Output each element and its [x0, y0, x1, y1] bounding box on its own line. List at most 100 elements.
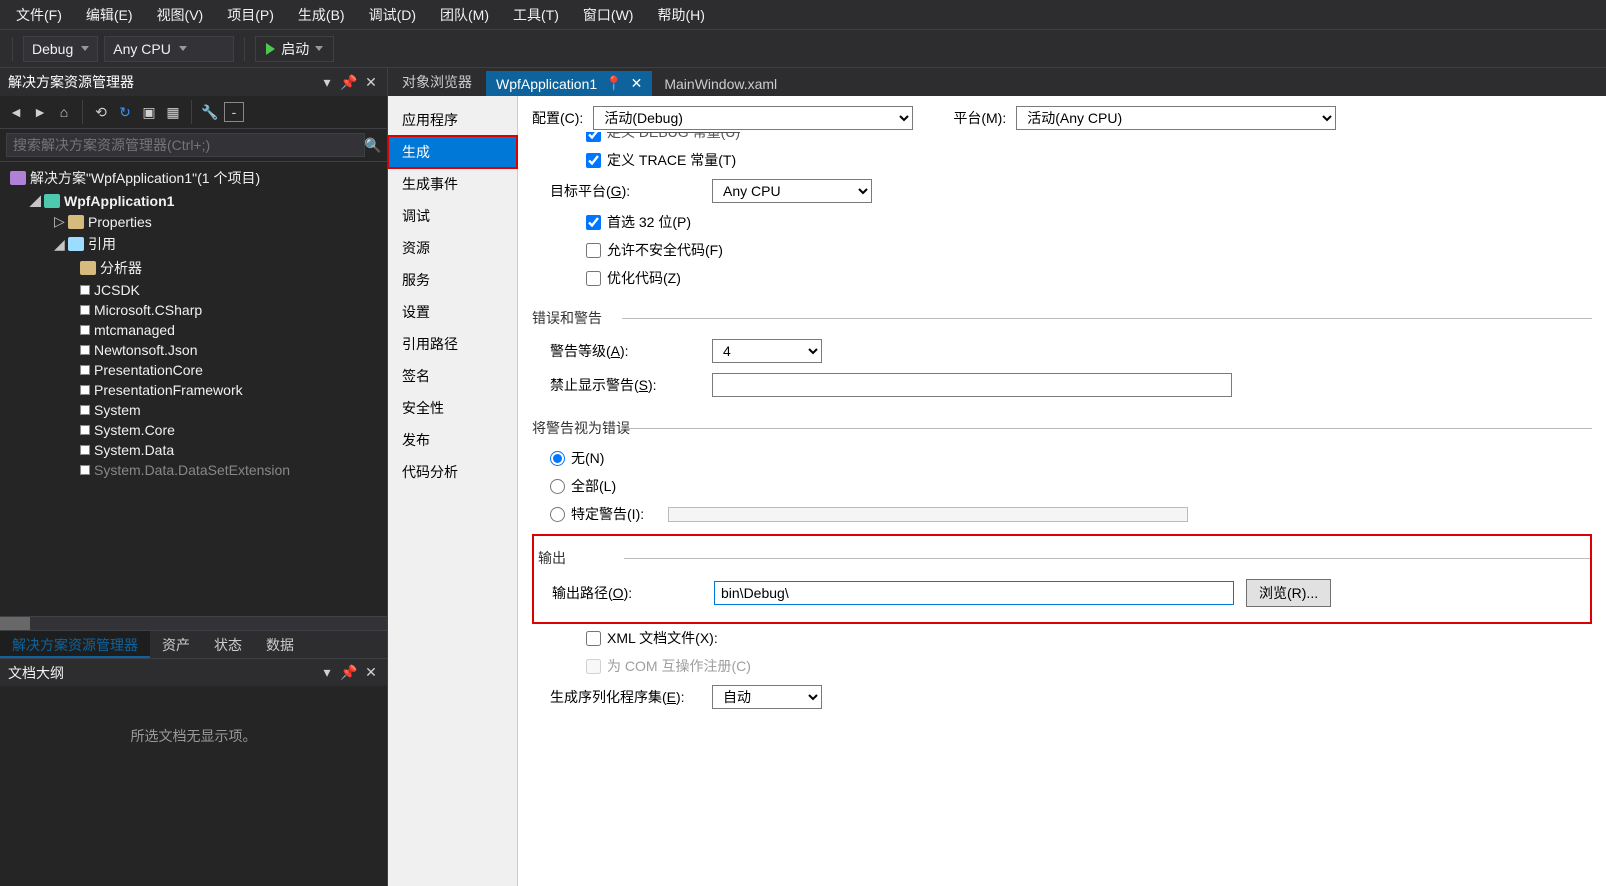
output-path-input[interactable] — [714, 581, 1234, 605]
menu-edit[interactable]: 编辑(E) — [74, 1, 145, 29]
checkbox[interactable] — [586, 271, 601, 286]
radio[interactable] — [550, 479, 565, 494]
nav-code-analysis[interactable]: 代码分析 — [388, 456, 517, 488]
horizontal-scrollbar[interactable] — [0, 616, 387, 630]
refresh-icon[interactable]: ↻ — [115, 102, 135, 122]
target-platform-select[interactable]: Any CPU — [712, 179, 872, 203]
menu-team[interactable]: 团队(M) — [428, 1, 501, 29]
define-trace-checkbox[interactable]: 定义 TRACE 常量(T) — [568, 146, 1592, 174]
menu-debug[interactable]: 调试(D) — [357, 1, 428, 29]
xml-doc-checkbox[interactable]: XML 文档文件(X): — [568, 624, 1592, 652]
radio-none[interactable]: 无(N) — [532, 444, 1592, 472]
nav-publish[interactable]: 发布 — [388, 424, 517, 456]
close-icon[interactable]: ✕ — [363, 74, 379, 90]
optimize-code-checkbox[interactable]: 优化代码(Z) — [568, 264, 1592, 292]
nav-application[interactable]: 应用程序 — [388, 104, 517, 136]
close-icon[interactable]: ✕ — [363, 665, 379, 681]
menu-tools[interactable]: 工具(T) — [501, 1, 571, 29]
radio-specific[interactable]: 特定警告(I): — [532, 500, 1592, 528]
show-all-icon[interactable]: ▦ — [163, 102, 183, 122]
warn-level-select[interactable]: 4 — [712, 339, 822, 363]
chevron-down-icon — [315, 46, 323, 51]
radio-all[interactable]: 全部(L) — [532, 472, 1592, 500]
radio[interactable] — [550, 507, 565, 522]
nav-reference-paths[interactable]: 引用路径 — [388, 328, 517, 360]
menu-file[interactable]: 文件(F) — [4, 1, 74, 29]
solution-node[interactable]: 解决方案"WpfApplication1"(1 个项目) — [0, 166, 387, 190]
tab-project-properties[interactable]: WpfApplication1 📍 ✕ — [486, 71, 652, 96]
scroll-thumb[interactable] — [0, 617, 30, 630]
nav-services[interactable]: 服务 — [388, 264, 517, 296]
checkbox[interactable] — [586, 243, 601, 258]
checkbox[interactable] — [586, 215, 601, 230]
pin-icon[interactable]: 📍 — [605, 75, 622, 92]
nav-resources[interactable]: 资源 — [388, 232, 517, 264]
tab-state[interactable]: 状态 — [202, 631, 254, 658]
reference-item[interactable]: PresentationFramework — [0, 380, 387, 400]
home-icon[interactable]: ⌂ — [54, 102, 74, 122]
reference-item[interactable]: System.Data.DataSetExtension — [0, 460, 387, 480]
allow-unsafe-checkbox[interactable]: 允许不安全代码(F) — [568, 236, 1592, 264]
checkbox[interactable] — [586, 631, 601, 646]
menu-project[interactable]: 项目(P) — [215, 1, 286, 29]
checkbox[interactable] — [586, 153, 601, 168]
collapse-icon[interactable]: ▣ — [139, 102, 159, 122]
solution-tree: 解决方案"WpfApplication1"(1 个项目) ◢ WpfApplic… — [0, 162, 387, 616]
pin-icon[interactable]: 📌 — [341, 665, 357, 681]
nav-security[interactable]: 安全性 — [388, 392, 517, 424]
start-button[interactable]: 启动 — [255, 36, 334, 62]
reference-item[interactable]: Microsoft.CSharp — [0, 300, 387, 320]
menu-window[interactable]: 窗口(W) — [571, 1, 646, 29]
dropdown-icon[interactable]: ▾ — [319, 665, 335, 681]
platform-select[interactable]: 活动(Any CPU) — [1016, 106, 1336, 130]
properties-node[interactable]: ▷ Properties — [0, 211, 387, 232]
tab-assets[interactable]: 资产 — [150, 631, 202, 658]
dropdown-icon[interactable]: ▾ — [319, 74, 335, 90]
reference-item[interactable]: PresentationCore — [0, 360, 387, 380]
search-input[interactable] — [6, 133, 365, 157]
define-debug-checkbox[interactable]: 定义 DEBUG 常量(U) — [568, 132, 1592, 146]
pin-icon[interactable]: 📌 — [341, 74, 357, 90]
nav-debug[interactable]: 调试 — [388, 200, 517, 232]
properties-icon[interactable]: 🔧 — [200, 102, 220, 122]
expander-icon[interactable]: ◢ — [54, 236, 64, 253]
preview-icon[interactable]: - — [224, 102, 244, 122]
tab-data[interactable]: 数据 — [254, 631, 306, 658]
forward-icon[interactable]: ► — [30, 102, 50, 122]
nav-build[interactable]: 生成 — [388, 136, 517, 168]
reference-item[interactable]: System — [0, 400, 387, 420]
checkbox[interactable] — [586, 132, 601, 142]
prefer-32-checkbox[interactable]: 首选 32 位(P) — [568, 208, 1592, 236]
config-selector[interactable]: Debug — [23, 36, 98, 62]
reference-item[interactable]: mtcmanaged — [0, 320, 387, 340]
platform-selector[interactable]: Any CPU — [104, 36, 234, 62]
config-select[interactable]: 活动(Debug) — [593, 106, 913, 130]
tab-object-browser[interactable]: 对象浏览器 — [388, 68, 486, 96]
serialization-select[interactable]: 自动 — [712, 685, 822, 709]
project-node[interactable]: ◢ WpfApplication1 — [0, 190, 387, 211]
nav-settings[interactable]: 设置 — [388, 296, 517, 328]
menu-build[interactable]: 生成(B) — [286, 1, 357, 29]
reference-item[interactable]: System.Data — [0, 440, 387, 460]
search-icon[interactable]: 🔍 — [365, 137, 381, 153]
menu-help[interactable]: 帮助(H) — [645, 1, 716, 29]
reference-item[interactable]: System.Core — [0, 420, 387, 440]
reference-item[interactable]: Newtonsoft.Json — [0, 340, 387, 360]
radio[interactable] — [550, 451, 565, 466]
tab-solution-explorer[interactable]: 解决方案资源管理器 — [0, 631, 150, 658]
sync-icon[interactable]: ⟲ — [91, 102, 111, 122]
expander-icon[interactable]: ◢ — [30, 192, 40, 209]
references-node[interactable]: ◢ 引用 — [0, 232, 387, 256]
nav-signing[interactable]: 签名 — [388, 360, 517, 392]
close-icon[interactable]: ✕ — [631, 75, 643, 92]
back-icon[interactable]: ◄ — [6, 102, 26, 122]
expander-icon[interactable]: ▷ — [54, 213, 64, 230]
target-label: 目标平台(G): — [550, 181, 700, 201]
reference-item[interactable]: 分析器 — [0, 256, 387, 280]
reference-item[interactable]: JCSDK — [0, 280, 387, 300]
menu-view[interactable]: 视图(V) — [145, 1, 216, 29]
suppress-warnings-input[interactable] — [712, 373, 1232, 397]
tab-mainwindow-xaml[interactable]: MainWindow.xaml — [654, 72, 787, 96]
browse-button[interactable]: 浏览(R)... — [1246, 579, 1331, 607]
nav-build-events[interactable]: 生成事件 — [388, 168, 517, 200]
